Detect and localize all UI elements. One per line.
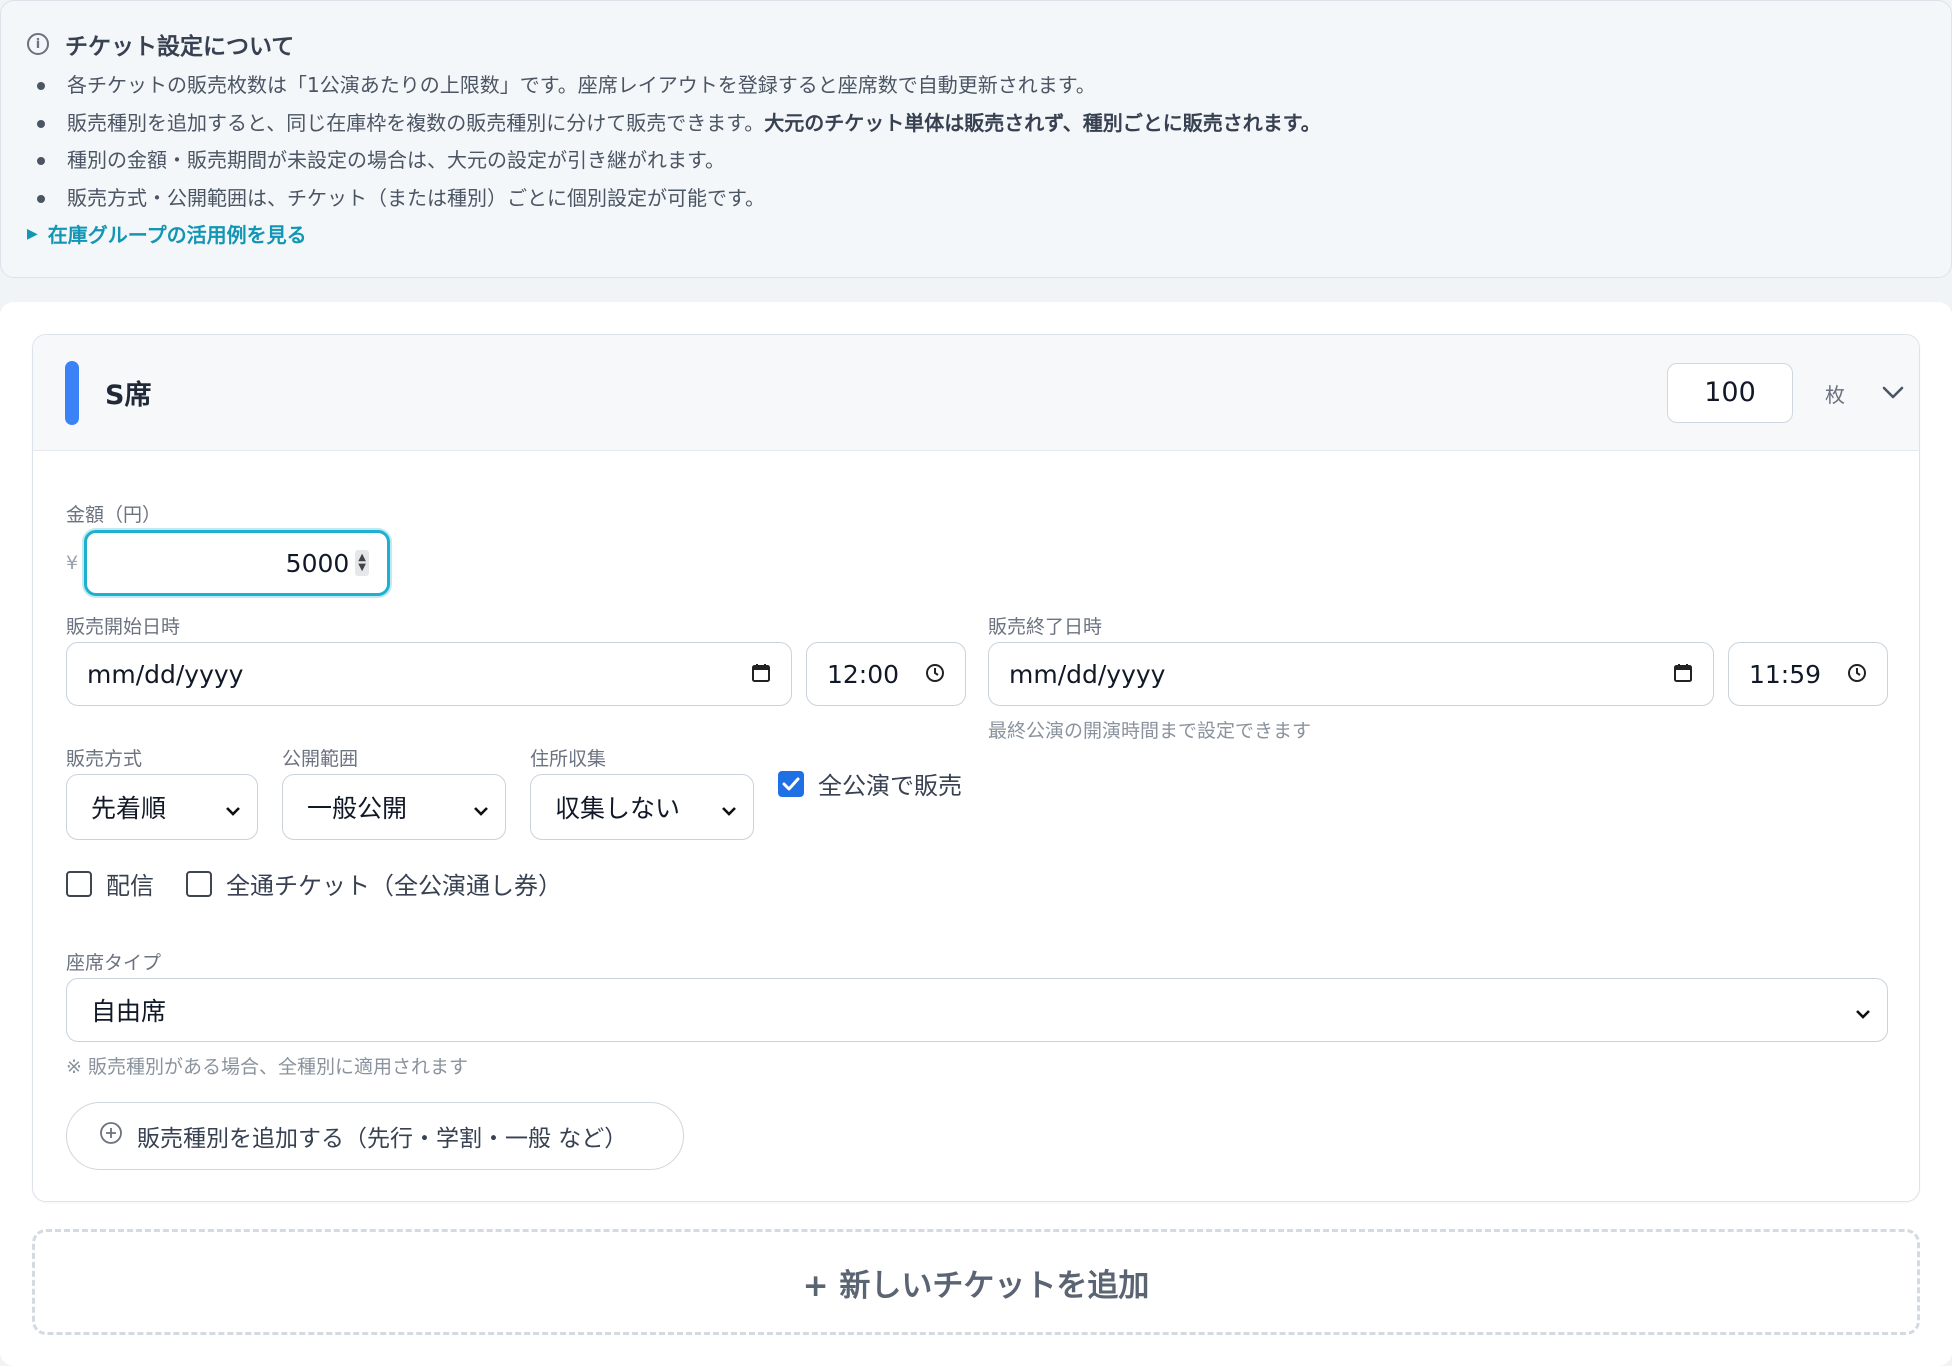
add-sale-variant-label: 販売種別を追加する（先行・学割・一般 など） bbox=[137, 1126, 628, 1152]
sale-start-time-input[interactable]: 12:00 bbox=[806, 642, 966, 706]
sale-end-time-value: 11:59 bbox=[1749, 659, 1822, 689]
sale-end-label: 販売終了日時 bbox=[988, 616, 1103, 638]
info-title: i チケット設定について bbox=[27, 27, 1925, 61]
season-pass-checkbox[interactable] bbox=[186, 870, 212, 897]
address-collection-select[interactable]: 収集しない bbox=[530, 774, 754, 840]
streaming-checkbox-row[interactable]: 配信 bbox=[66, 866, 154, 901]
season-pass-checkbox-row[interactable]: 全通チケット（全公演通し券） bbox=[186, 866, 562, 901]
clock-icon[interactable] bbox=[925, 660, 945, 689]
ticket-form: 金額（円） ¥ 5000 ▲ ▼ 販売開始日時 mm/dd/yyyy 12:00 … bbox=[32, 334, 1920, 1202]
sale-start-label: 販売開始日時 bbox=[66, 616, 181, 638]
calendar-icon[interactable] bbox=[751, 660, 771, 689]
disclosure-triangle-icon: ▶ bbox=[27, 225, 38, 242]
price-value: 5000 bbox=[285, 548, 350, 578]
sale-start-time-value: 12:00 bbox=[827, 659, 900, 689]
sale-start-date-input[interactable]: mm/dd/yyyy bbox=[66, 642, 792, 706]
add-circle-icon bbox=[99, 1121, 123, 1151]
seat-type-select[interactable]: 自由席 bbox=[66, 978, 1888, 1042]
all-shows-label: 全公演で販売 bbox=[818, 772, 962, 800]
ticket-info-box: i チケット設定について 各チケットの販売枚数は「1公演あたりの上限数」です。座… bbox=[0, 0, 1952, 278]
sale-method-select[interactable]: 先着順 bbox=[66, 774, 258, 840]
clock-icon[interactable] bbox=[1847, 660, 1867, 689]
chevron-down-icon bbox=[225, 793, 241, 822]
seat-type-value: 自由席 bbox=[91, 997, 167, 1026]
chevron-down-icon bbox=[1855, 996, 1871, 1025]
calendar-icon[interactable] bbox=[1673, 660, 1693, 689]
visibility-label: 公開範囲 bbox=[282, 748, 359, 770]
visibility-select[interactable]: 一般公開 bbox=[282, 774, 506, 840]
price-stepper[interactable]: ▲ ▼ bbox=[355, 550, 369, 576]
currency-symbol: ¥ bbox=[66, 552, 79, 574]
info-title-text: チケット設定について bbox=[65, 34, 295, 60]
address-collection-value: 収集しない bbox=[555, 794, 681, 823]
inventory-group-examples-link[interactable]: ▶ 在庫グループの活用例を見る bbox=[27, 219, 1925, 248]
sale-end-date-value: mm/dd/yyyy bbox=[1009, 659, 1166, 689]
chevron-down-icon bbox=[721, 793, 737, 822]
info-item: 販売方式・公開範囲は、チケット（または種別）ごとに個別設定が可能です。 bbox=[27, 180, 1925, 218]
sale-end-time-input[interactable]: 11:59 bbox=[1728, 642, 1888, 706]
all-shows-checkbox[interactable] bbox=[778, 770, 804, 797]
sale-end-hint: 最終公演の開演時間まで設定できます bbox=[988, 720, 1312, 742]
all-shows-checkbox-row[interactable]: 全公演で販売 bbox=[778, 766, 962, 801]
season-pass-label: 全通チケット（全公演通し券） bbox=[226, 872, 562, 900]
chevron-down-icon bbox=[473, 793, 489, 822]
info-item: 各チケットの販売枚数は「1公演あたりの上限数」です。座席レイアウトを登録すると座… bbox=[27, 67, 1925, 105]
info-list: 各チケットの販売枚数は「1公演あたりの上限数」です。座席レイアウトを登録すると座… bbox=[27, 67, 1925, 217]
info-item: 販売種別を追加すると、同じ在庫枠を複数の販売種別に分けて販売できます。大元のチケ… bbox=[27, 105, 1925, 143]
info-item: 種別の金額・販売期間が未設定の場合は、大元の設定が引き継がれます。 bbox=[27, 142, 1925, 180]
add-new-ticket-button[interactable]: + 新しいチケットを追加 bbox=[32, 1229, 1920, 1335]
streaming-label: 配信 bbox=[106, 872, 154, 900]
seat-type-label: 座席タイプ bbox=[66, 952, 162, 974]
address-collection-label: 住所収集 bbox=[530, 748, 607, 770]
streaming-checkbox[interactable] bbox=[66, 870, 92, 897]
add-sale-variant-button[interactable]: 販売種別を追加する（先行・学割・一般 など） bbox=[66, 1102, 684, 1170]
price-label-text: 金額（円） bbox=[66, 504, 162, 526]
price-input[interactable]: 5000 ▲ ▼ bbox=[84, 530, 390, 596]
visibility-value: 一般公開 bbox=[307, 794, 408, 823]
seat-type-hint: ※ 販売種別がある場合、全種別に適用されます bbox=[66, 1056, 468, 1078]
sale-end-date-input[interactable]: mm/dd/yyyy bbox=[988, 642, 1714, 706]
sale-method-value: 先着順 bbox=[91, 794, 167, 823]
sale-method-label: 販売方式 bbox=[66, 748, 143, 770]
info-icon: i bbox=[27, 33, 49, 55]
sale-start-date-value: mm/dd/yyyy bbox=[87, 659, 244, 689]
